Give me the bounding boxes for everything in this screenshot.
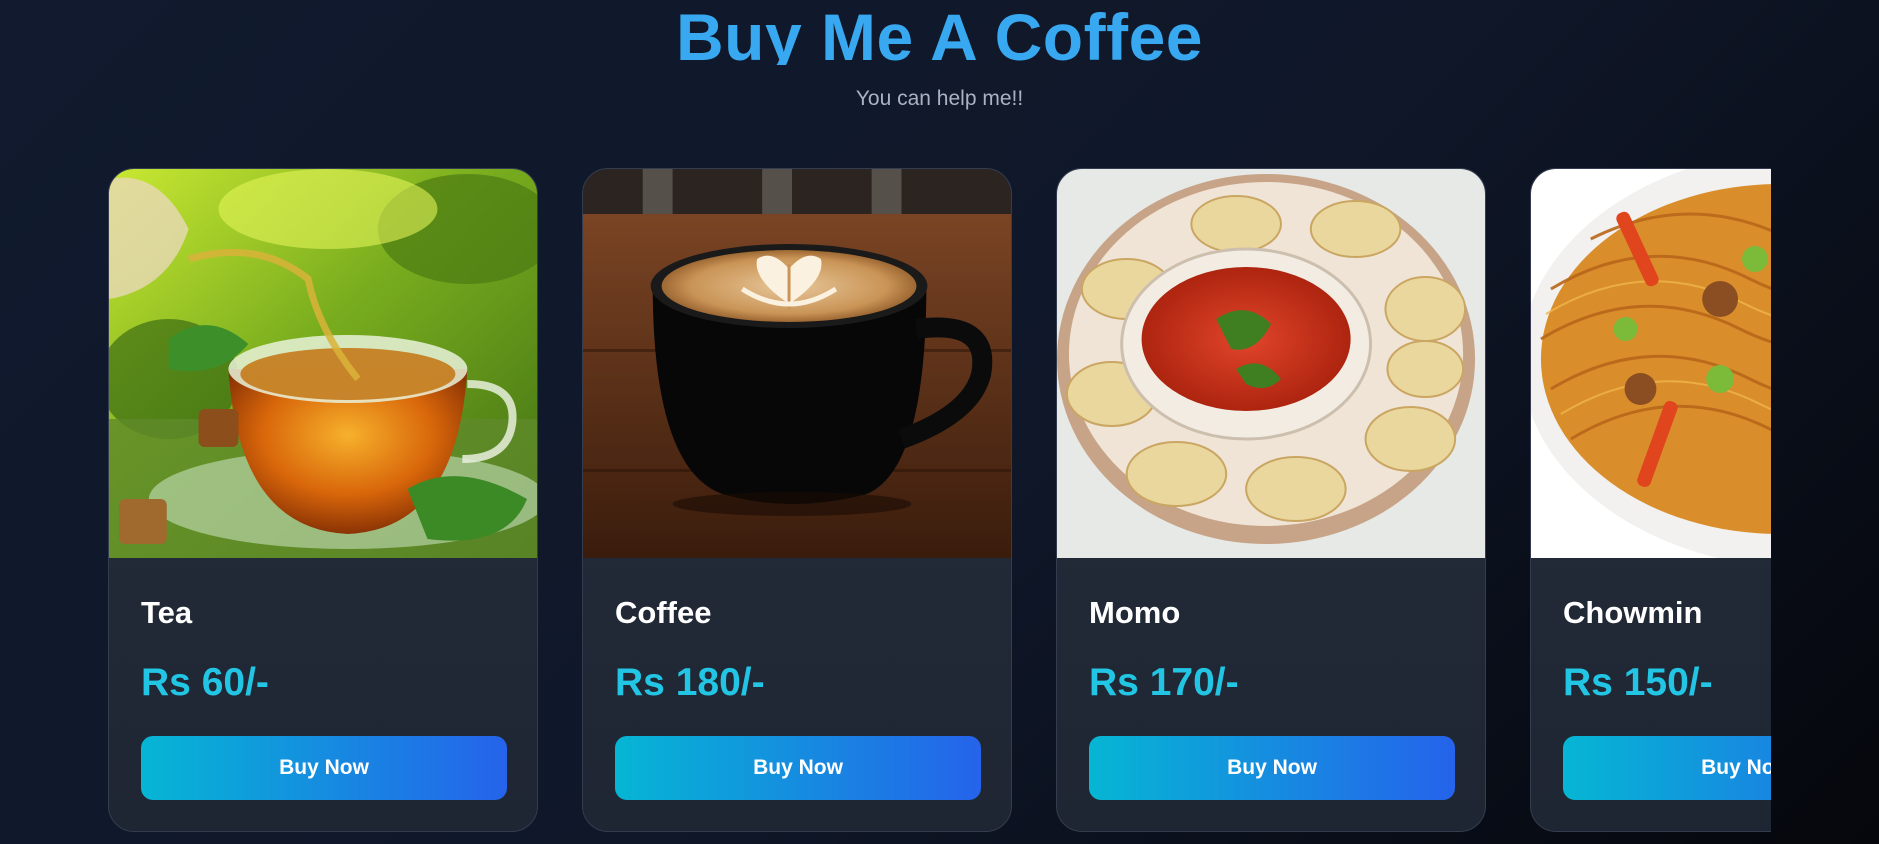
product-card-tea: Tea Rs 60/- Buy Now [108,168,538,832]
product-price: Rs 60/- [141,661,269,704]
product-price: Rs 170/- [1089,661,1239,704]
buy-now-button-chowmin[interactable]: Buy Now [1563,736,1771,800]
product-card-coffee: Coffee Rs 180/- Buy Now [582,168,1012,832]
buy-now-button-coffee[interactable]: Buy Now [615,736,981,800]
product-track: Tea Rs 60/- Buy Now Coffee Rs 180/- Buy … [108,168,1771,832]
momo-image [1057,169,1485,558]
product-list[interactable]: Tea Rs 60/- Buy Now Coffee Rs 180/- Buy … [108,168,1771,834]
product-name: Chowmin [1563,595,1703,630]
product-name: Tea [141,595,193,630]
product-price: Rs 150/- [1563,661,1713,704]
tea-image [109,169,537,558]
product-name: Coffee [615,595,712,630]
buy-now-button-tea[interactable]: Buy Now [141,736,507,800]
product-card-chowmin: Chowmin Rs 150/- Buy Now [1530,168,1771,832]
page-subtitle: You can help me!! [855,87,1024,110]
page-title: Buy Me A Coffee [676,0,1203,65]
product-card-momo: Momo Rs 170/- Buy Now [1056,168,1486,832]
chowmin-image [1531,169,1771,558]
product-name: Momo [1089,595,1181,630]
buy-now-button-momo[interactable]: Buy Now [1089,736,1455,800]
product-price: Rs 180/- [615,661,765,704]
page-header: Buy Me A Coffee You can help me!! [0,0,1879,130]
coffee-image [583,169,1011,558]
